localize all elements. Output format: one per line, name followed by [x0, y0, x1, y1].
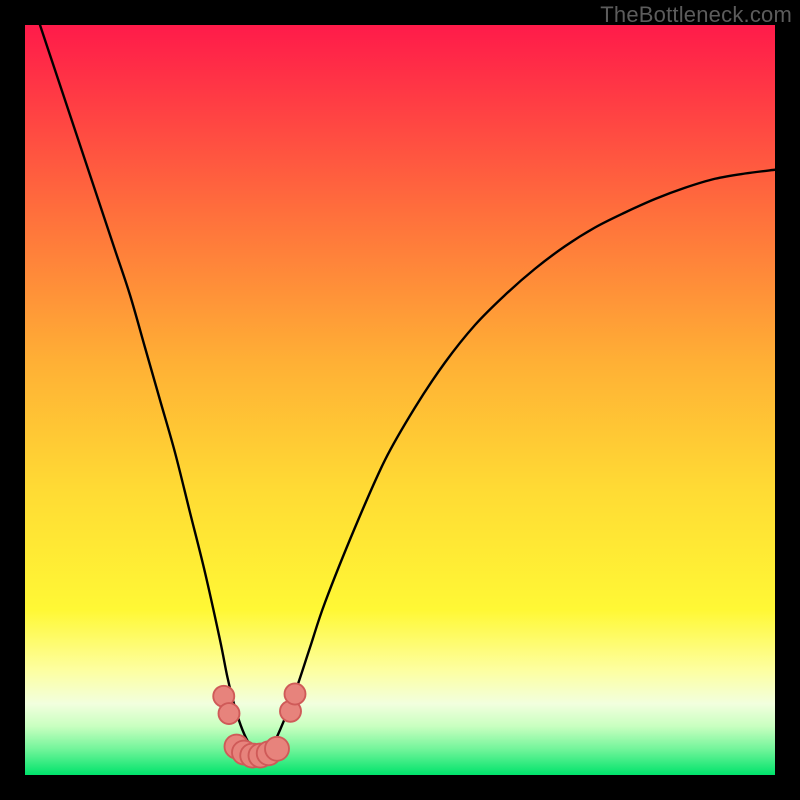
bottleneck-curve: [40, 25, 775, 753]
watermark-text: TheBottleneck.com: [600, 2, 792, 28]
chart-svg: [25, 25, 775, 775]
plot-area: [25, 25, 775, 775]
curve-markers: [213, 683, 305, 767]
curve-line: [40, 25, 775, 753]
data-marker: [285, 683, 306, 704]
data-marker: [219, 703, 240, 724]
outer-frame: TheBottleneck.com: [0, 0, 800, 800]
data-marker: [265, 737, 289, 761]
